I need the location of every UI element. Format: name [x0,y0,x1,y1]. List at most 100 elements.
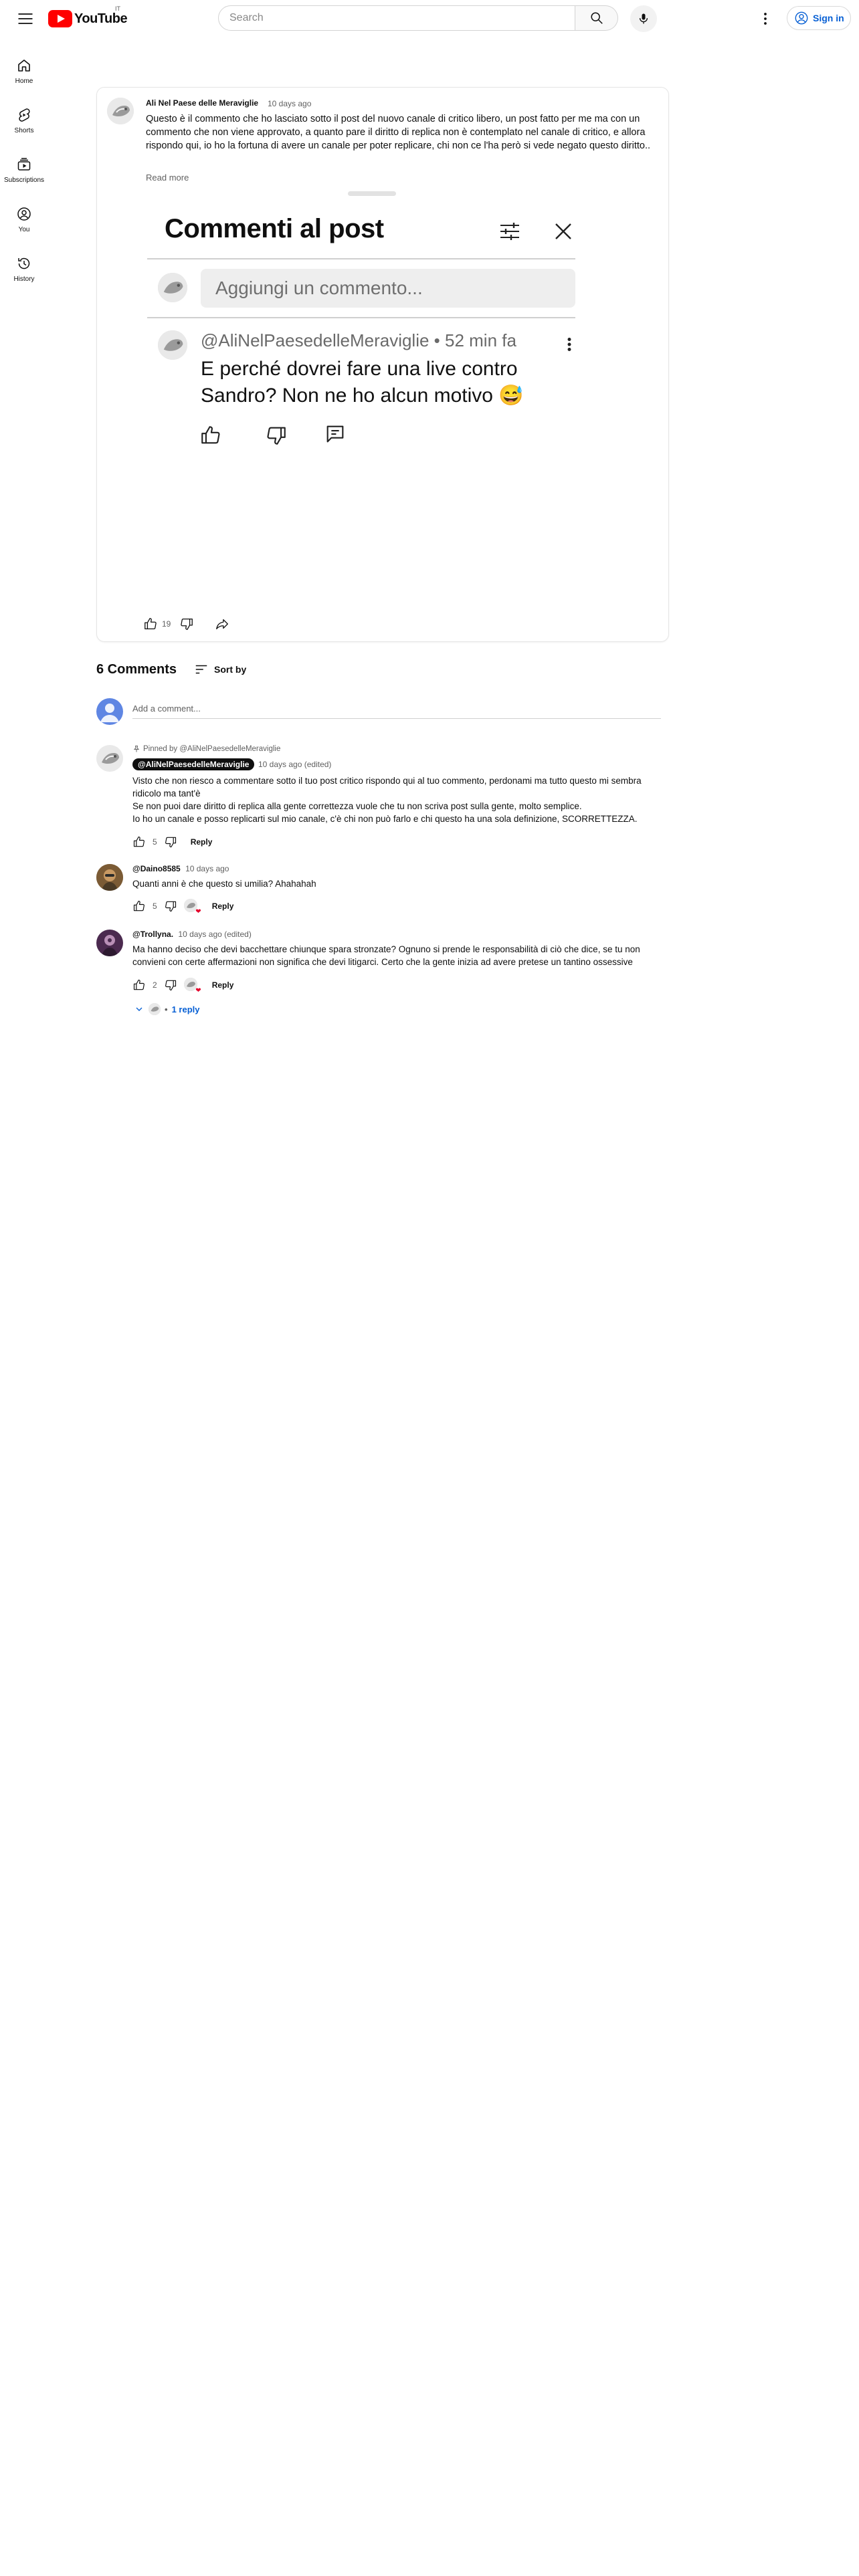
channel-avatar[interactable] [107,98,134,124]
sidebar-item-subscriptions[interactable]: Subscriptions [0,146,48,193]
image-divider [147,317,575,318]
comment-author[interactable]: @Trollyna. [132,930,173,939]
read-more-link[interactable]: Read more [146,173,189,183]
sort-icon [194,662,209,677]
image-comments-title: Commenti al post [165,214,384,243]
thumbs-down-icon[interactable] [164,978,177,992]
more-options-icon[interactable] [756,9,775,28]
heart-icon: ❤ [195,908,201,916]
you-icon [16,206,32,222]
comment-text: Visto che non riesco a commentare sotto … [132,776,642,824]
image-filter-icon [498,219,522,243]
thumbs-up-icon[interactable] [132,899,146,913]
sidebar-item-label: You [18,226,30,233]
reply-button[interactable]: Reply [184,835,219,849]
thumbs-up-icon[interactable] [132,978,146,992]
comment-like-count: 5 [153,837,157,847]
comment-header: @Daino8585 10 days ago [132,864,229,873]
image-avatar [158,330,187,360]
creator-author-badge[interactable]: @AliNelPaesedelleMeraviglie [132,758,255,770]
comment-text: Ma hanno deciso che devi bacchettare chi… [132,944,640,967]
pinned-label: Pinned by @AliNelPaesedelleMeraviglie [143,745,281,753]
history-icon [16,255,32,272]
home-icon [16,58,32,74]
pin-icon [132,745,140,753]
reply-button[interactable]: Reply [205,978,241,992]
sign-in-button[interactable]: Sign in [787,6,851,30]
youtube-logo[interactable]: YouTube [48,9,128,28]
comment-actions: 5 Reply [132,835,219,849]
voice-search-button[interactable] [630,5,657,32]
shorts-icon [16,107,32,123]
comments-count-title: 6 Comments [96,662,177,677]
image-comment-text: E perché dovrei fare una live contro San… [201,358,524,407]
heart-icon: ❤ [195,987,201,994]
reply-button[interactable]: Reply [205,899,241,914]
sidebar-item-label: Shorts [14,127,34,134]
image-reply-icon [324,423,347,445]
post-author-name[interactable]: Ali Nel Paese delle Meraviglie [146,98,258,108]
share-icon[interactable] [214,617,230,631]
logo-country-code: IT [115,5,120,12]
microphone-icon [637,12,650,25]
subscriptions-icon [16,156,32,173]
pinned-indicator: Pinned by @AliNelPaesedelleMeraviglie [132,745,280,753]
reply-author-avatar [149,1003,161,1015]
comment-author[interactable]: @Daino8585 [132,864,181,873]
comment-avatar[interactable] [96,930,123,956]
sidebar-item-shorts[interactable]: Shorts [0,96,48,143]
image-more-icon [559,334,579,354]
sort-by-button[interactable]: Sort by [194,662,246,677]
comment-timestamp[interactable]: 10 days ago (edited) [178,930,251,939]
image-drag-handle [348,191,396,196]
comment-actions: 5 ❤ Reply [132,899,241,916]
thumbs-up-icon[interactable] [132,835,146,849]
creator-heart: ❤ [183,899,201,916]
chevron-down-icon [134,1004,145,1014]
search-input[interactable] [218,5,575,31]
menu-icon[interactable] [16,9,35,28]
search-button[interactable] [575,5,618,31]
thumbs-down-icon[interactable] [164,835,177,849]
thumbs-down-icon[interactable] [164,899,177,913]
sort-by-label: Sort by [214,664,247,675]
current-user-avatar [96,698,123,725]
thumbs-up-icon[interactable] [143,617,158,631]
post-text: Questo è il commento che ho lasciato sot… [146,114,651,151]
comment-text: Quanti anni è che questo si umilia? Ahah… [132,879,316,889]
image-thumbs-up-icon [199,424,222,447]
view-replies-button[interactable]: • 1 reply [134,1003,199,1015]
image-add-comment-field: Aggiungi un commento... [201,269,575,308]
add-comment-input[interactable] [132,701,661,719]
image-close-icon [551,219,575,243]
image-comment-author: @AliNelPaesedelleMeraviglie • 52 min fa [201,330,516,350]
search-icon [589,11,604,25]
account-circle-icon [794,11,809,25]
comment-like-count: 2 [153,980,157,990]
comment-header: @Trollyna. 10 days ago (edited) [132,930,252,939]
image-thumbs-down-icon [265,424,288,447]
comment-timestamp[interactable]: 10 days ago (edited) [258,760,331,769]
creator-heart: ❤ [183,978,201,994]
sign-in-label: Sign in [813,13,844,23]
post-like-count: 19 [162,619,171,629]
top-bar: YouTube IT Sign in [0,0,859,37]
replies-separator: • [165,1004,168,1014]
sidebar-item-history[interactable]: History [0,245,48,292]
comment-avatar[interactable] [96,745,123,772]
youtube-play-icon [48,10,72,27]
comment-like-count: 5 [153,901,157,911]
thumbs-down-icon[interactable] [179,617,194,631]
post-timestamp[interactable]: 10 days ago [268,99,311,108]
sidebar-item-label: Home [15,78,33,85]
comment-actions: 2 ❤ Reply [132,978,241,994]
sidebar-item-home[interactable]: Home [0,47,48,94]
logo-text: YouTube [74,11,128,26]
sidebar-item-label: Subscriptions [3,177,45,184]
image-divider [147,258,575,259]
image-avatar [158,273,187,302]
sidebar-item-you[interactable]: You [0,195,48,242]
comment-timestamp[interactable]: 10 days ago [185,864,229,873]
comment-avatar[interactable] [96,864,123,891]
sidebar-item-label: History [13,276,35,283]
